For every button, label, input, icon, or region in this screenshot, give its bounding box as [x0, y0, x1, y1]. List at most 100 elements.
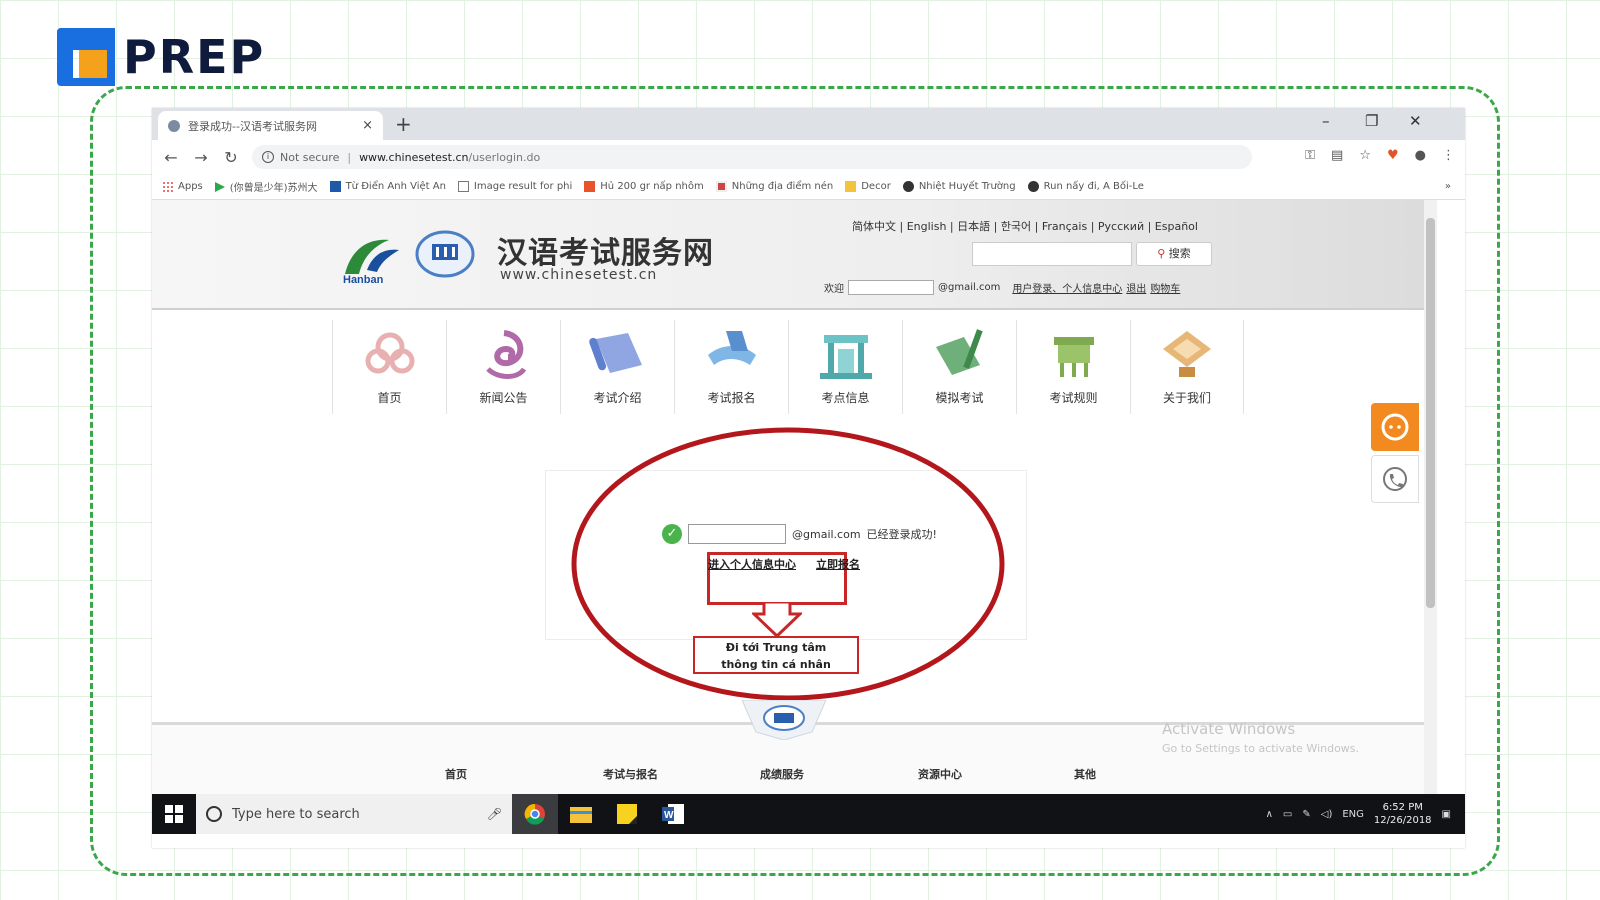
nav-item-mock-test[interactable]: 模拟考试	[902, 320, 1016, 414]
image-icon	[715, 181, 727, 192]
restore-button[interactable]: ❐	[1365, 112, 1378, 130]
system-tray: ∧ ▭ ✎ ◁) ENG 6:52 PM 12/26/2018 ▣	[1266, 801, 1465, 827]
forward-arrow-icon[interactable]: →	[186, 148, 216, 167]
taskbar-sticky-notes[interactable]	[604, 794, 650, 834]
bookmark-item[interactable]: Decor	[845, 181, 891, 192]
bookmark-item[interactable]: Image result for phi	[457, 181, 572, 192]
play-icon	[214, 181, 225, 192]
windows-taskbar: Type here to search 🎤︎ W ∧ ▭ ✎ ◁) ENG 6:…	[152, 794, 1465, 834]
pen-icon[interactable]: ✎	[1302, 809, 1310, 820]
url-path: /userlogin.do	[468, 150, 541, 164]
nav-item-registration[interactable]: 考试报名	[674, 320, 788, 414]
taskbar-file-explorer[interactable]	[558, 794, 604, 834]
phone-icon	[1383, 467, 1407, 491]
extension-icon[interactable]: ♥	[1387, 148, 1399, 163]
login-success-text: 已经登录成功!	[866, 528, 937, 541]
folder-icon	[845, 181, 857, 192]
personal-center-link[interactable]: 进入个人信息中心	[708, 556, 796, 572]
chrome-icon	[524, 803, 545, 825]
taskbar-search[interactable]: Type here to search 🎤︎	[196, 794, 512, 834]
new-tab-button[interactable]: +	[395, 112, 412, 136]
bookmark-item[interactable]: Những địa điểm nén	[715, 181, 833, 192]
tab-close-icon[interactable]: ×	[362, 118, 373, 133]
footer-seal-icon	[742, 700, 826, 740]
cart-link[interactable]: 购物车	[1150, 280, 1180, 295]
email-suffix: @gmail.com	[792, 527, 861, 541]
site-url: www.chinesetest.cn	[500, 267, 658, 283]
bookmark-item[interactable]: Từ Điển Anh Việt An	[329, 181, 446, 192]
close-window-button[interactable]: ✕	[1409, 112, 1422, 130]
bookmark-item[interactable]: Nhiệt Huyết Trường	[902, 181, 1016, 192]
footer-link-exam[interactable]: 考试与报名	[603, 766, 658, 782]
start-button[interactable]	[152, 794, 196, 834]
minimize-button[interactable]: –	[1322, 112, 1330, 130]
info-icon[interactable]: i	[262, 151, 274, 163]
site-title: 汉语考试服务网	[497, 236, 714, 271]
microphone-icon[interactable]: 🎤︎	[487, 807, 502, 821]
more-bookmarks-icon[interactable]: »	[1445, 181, 1451, 192]
volume-icon[interactable]: ◁)	[1321, 809, 1333, 820]
language-indicator[interactable]: ENG	[1342, 809, 1364, 820]
lantern-icon	[1163, 331, 1211, 377]
site-search-button[interactable]: ⚲ 搜索	[1136, 242, 1212, 266]
support-phone-button[interactable]	[1371, 455, 1419, 503]
bookmark-item[interactable]: Hủ 200 gr nấp nhôm	[584, 181, 704, 192]
register-now-link[interactable]: 立即报名	[816, 556, 860, 572]
windows-logo-icon	[165, 805, 183, 823]
taskbar-clock[interactable]: 6:52 PM 12/26/2018	[1374, 801, 1432, 827]
folder-icon	[570, 807, 592, 823]
site-search-input[interactable]	[972, 242, 1132, 266]
dictionary-icon	[329, 181, 341, 192]
profile-icon[interactable]: ●	[1415, 148, 1426, 163]
language-links[interactable]: 简体中文 | English | 日本語 | 한국어 | Français | …	[852, 218, 1198, 234]
nav-item-news[interactable]: 新闻公告	[446, 320, 560, 414]
temple-gate-icon	[819, 335, 872, 379]
scroll-icon	[588, 333, 642, 373]
nav-item-home[interactable]: 首页	[332, 320, 446, 414]
footer-link-scores[interactable]: 成绩服务	[760, 766, 804, 782]
menu-kebab-icon[interactable]: ⋮	[1442, 148, 1455, 163]
welcome-row: 欢迎 @gmail.com 用户登录、个人信息中心 退出 购物车	[824, 280, 1180, 295]
bookmark-apps[interactable]: Apps	[162, 181, 203, 192]
page-scrollbar[interactable]	[1424, 200, 1437, 794]
nav-item-exam-rules[interactable]: 考试规则	[1016, 320, 1130, 414]
cloud-ornament-icon	[365, 332, 414, 374]
nav-item-exam-intro[interactable]: 考试介绍	[560, 320, 674, 414]
scroll-feather-icon	[707, 331, 756, 365]
annotation-line-2: thông tin cá nhân	[721, 658, 831, 671]
reload-icon[interactable]: ↻	[216, 148, 246, 167]
bookmark-item[interactable]: Run nấy đi, A Bối-Le	[1027, 181, 1144, 192]
nav-item-test-centers[interactable]: 考点信息	[788, 320, 902, 414]
notifications-icon[interactable]: ▣	[1442, 809, 1451, 820]
taskbar-chrome[interactable]	[512, 794, 558, 834]
not-secure-label: Not secure	[280, 150, 340, 164]
support-chat-button[interactable]	[1371, 403, 1419, 451]
footer-link-resources[interactable]: 资源中心	[918, 766, 962, 782]
shop-icon	[584, 181, 596, 192]
footer-link-home[interactable]: 首页	[445, 766, 467, 782]
address-bar[interactable]: i Not secure | www.chinesetest.cn /userl…	[252, 145, 1252, 169]
sticky-notes-icon	[617, 804, 637, 824]
clock-date: 12/26/2018	[1373, 815, 1432, 826]
site-favicon-icon	[168, 119, 180, 132]
browser-screenshot: 登录成功--汉语考试服务网 × + – ❐ ✕ ← → ↻ i Not secu…	[152, 108, 1465, 848]
user-center-link[interactable]: 用户登录、个人信息中心	[1012, 280, 1122, 295]
welcome-email-field	[848, 280, 934, 295]
scroll-thumb[interactable]	[1426, 218, 1435, 608]
network-icon[interactable]: ▭	[1283, 809, 1292, 820]
page-icon	[457, 181, 469, 192]
prep-logo: PREP	[57, 28, 265, 86]
bookmark-item[interactable]: (你曾是少年)苏州大	[214, 179, 318, 194]
annotation-callout: Đi tới Trung tâm thông tin cá nhân	[693, 636, 859, 674]
back-arrow-icon[interactable]: ←	[156, 148, 186, 167]
footer-link-other[interactable]: 其他	[1074, 766, 1096, 782]
prep-logo-mark	[57, 28, 115, 86]
logout-link[interactable]: 退出	[1126, 280, 1146, 295]
chevron-up-icon[interactable]: ∧	[1266, 809, 1273, 820]
browser-tab[interactable]: 登录成功--汉语考试服务网 ×	[158, 111, 383, 140]
translate-icon[interactable]: ▤	[1331, 148, 1343, 163]
star-icon[interactable]: ☆	[1359, 148, 1371, 163]
taskbar-word[interactable]: W	[650, 794, 696, 834]
nav-item-about[interactable]: 关于我们	[1130, 320, 1244, 414]
key-icon[interactable]: ⚿	[1305, 148, 1315, 163]
